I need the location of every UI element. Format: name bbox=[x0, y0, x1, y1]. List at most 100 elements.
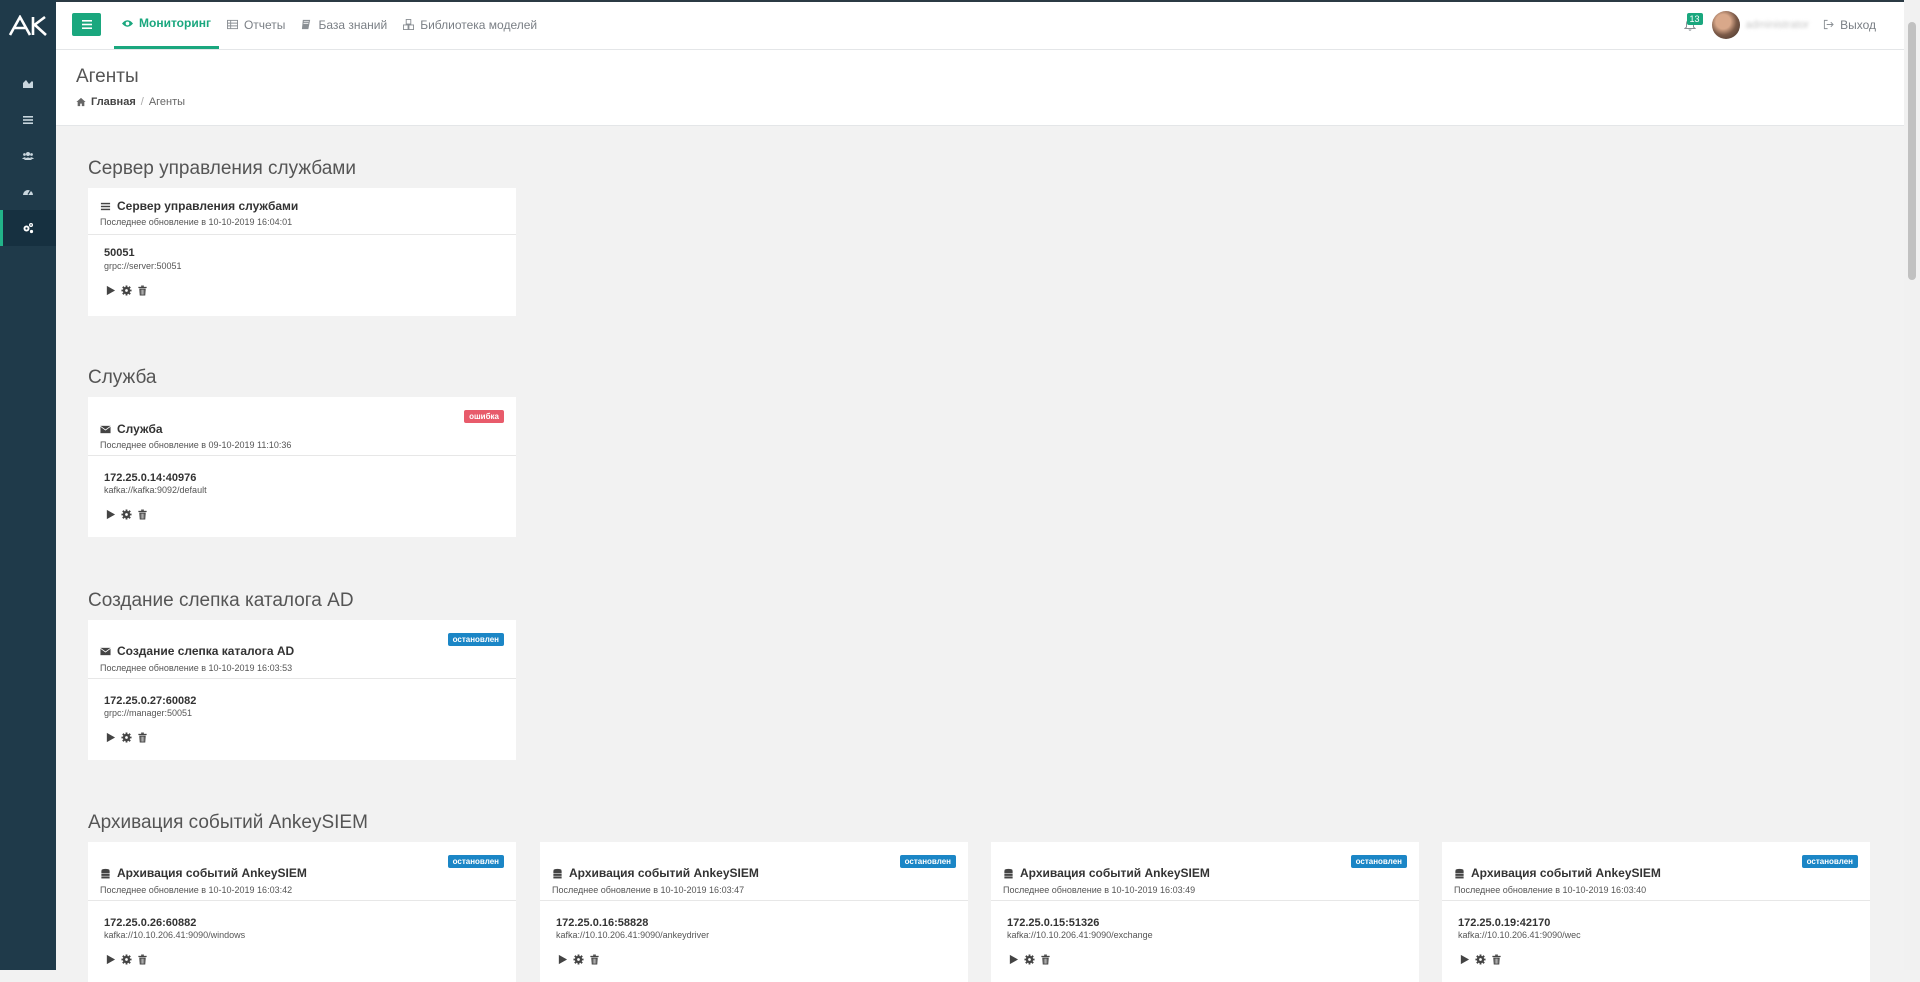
agent-last-updated: Последнее обновление в 10-10-2019 16:03:… bbox=[552, 885, 745, 895]
play-icon bbox=[1009, 954, 1018, 964]
configure-agent-button[interactable] bbox=[120, 508, 132, 520]
agent-address: 172.25.0.27:60082 bbox=[104, 695, 197, 707]
sidebar-item-dashboard[interactable] bbox=[0, 174, 56, 210]
nav-tab-reports[interactable]: Отчеты bbox=[219, 0, 293, 49]
configure-agent-button[interactable] bbox=[120, 284, 132, 296]
table-icon bbox=[226, 19, 238, 30]
notifications-button[interactable]: 13 bbox=[1678, 10, 1703, 40]
scrollbar-thumb[interactable] bbox=[1908, 22, 1916, 280]
book-icon bbox=[302, 19, 311, 30]
agent-address: 50051 bbox=[104, 247, 135, 259]
vertical-scrollbar[interactable] bbox=[1904, 0, 1920, 970]
envelope-icon bbox=[100, 647, 111, 655]
sidebar-item-agents[interactable] bbox=[0, 210, 56, 246]
configure-agent-button[interactable] bbox=[572, 953, 584, 965]
sidebar bbox=[0, 0, 56, 970]
trash-icon bbox=[137, 732, 147, 743]
start-agent-button[interactable] bbox=[104, 508, 116, 520]
breadcrumb-home-link[interactable]: Главная bbox=[91, 96, 136, 108]
agent-uri: kafka://10.10.206.41:9090/wec bbox=[1458, 930, 1581, 940]
configure-agent-button[interactable] bbox=[120, 731, 132, 743]
agent-uri: kafka://10.10.206.41:9090/windows bbox=[104, 930, 246, 940]
breadcrumb: Главная / Агенты bbox=[76, 96, 185, 108]
play-icon bbox=[106, 732, 115, 742]
agent-last-updated: Последнее обновление в 10-10-2019 16:03:… bbox=[1003, 885, 1196, 895]
users-icon bbox=[22, 152, 34, 160]
agent-card-title: Архивация событий AnkeySIEM bbox=[1020, 866, 1210, 880]
agent-card-title: Архивация событий AnkeySIEM bbox=[117, 866, 307, 880]
configure-agent-button[interactable] bbox=[120, 953, 132, 965]
agent-card: ошибка Служба Последнее обновление в 09-… bbox=[88, 397, 516, 537]
play-icon bbox=[558, 954, 567, 964]
nav-tab-label: Мониторинг bbox=[139, 16, 211, 30]
delete-agent-button[interactable] bbox=[136, 508, 148, 520]
app-logo[interactable] bbox=[0, 0, 56, 52]
gear-icon bbox=[572, 953, 584, 965]
logout-button[interactable]: Выход bbox=[1823, 18, 1876, 32]
database-icon bbox=[101, 868, 110, 878]
agent-last-updated: Последнее обновление в 09-10-2019 11:10:… bbox=[100, 440, 292, 450]
nav-tab-model-library[interactable]: Библиотека моделей bbox=[395, 0, 545, 49]
delete-agent-button[interactable] bbox=[136, 731, 148, 743]
agent-card-title: Создание слепка каталога AD bbox=[117, 644, 295, 658]
agent-card-title: Архивация событий AnkeySIEM bbox=[569, 866, 759, 880]
gear-icon bbox=[120, 731, 132, 743]
delete-agent-button[interactable] bbox=[136, 284, 148, 296]
start-agent-button[interactable] bbox=[1007, 953, 1019, 965]
sidebar-item-charts[interactable] bbox=[0, 66, 56, 102]
agent-address: 172.25.0.14:40976 bbox=[104, 472, 197, 484]
start-agent-button[interactable] bbox=[104, 284, 116, 296]
agent-uri: kafka://10.10.206.41:9090/exchange bbox=[1007, 930, 1153, 940]
agent-uri: grpc://manager:50051 bbox=[104, 708, 193, 718]
start-agent-button[interactable] bbox=[1458, 953, 1470, 965]
eye-icon bbox=[122, 19, 133, 27]
trash-icon bbox=[137, 509, 147, 520]
database-icon bbox=[553, 868, 562, 878]
agent-last-updated: Последнее обновление в 10-10-2019 16:03:… bbox=[100, 663, 293, 673]
notification-count-badge: 13 bbox=[1686, 12, 1703, 25]
gear-icon bbox=[120, 284, 132, 296]
configure-agent-button[interactable] bbox=[1474, 953, 1486, 965]
delete-agent-button[interactable] bbox=[136, 953, 148, 965]
agent-card: остановлен Архивация событий AnkeySIEM П… bbox=[1442, 842, 1870, 982]
dashboard-icon bbox=[23, 190, 33, 195]
delete-agent-button[interactable] bbox=[1039, 953, 1051, 965]
sidebar-item-users[interactable] bbox=[0, 138, 56, 174]
play-icon bbox=[106, 509, 115, 519]
agent-address: 172.25.0.16:58828 bbox=[556, 917, 649, 929]
start-agent-button[interactable] bbox=[556, 953, 568, 965]
page-header: Агенты Главная / Агенты bbox=[56, 50, 1904, 126]
envelope-icon bbox=[100, 425, 111, 433]
nav-tab-monitoring[interactable]: Мониторинг bbox=[114, 0, 219, 49]
agent-card-title: Архивация событий AnkeySIEM bbox=[1471, 866, 1661, 880]
delete-agent-button[interactable] bbox=[588, 953, 600, 965]
breadcrumb-current: Агенты bbox=[148, 96, 186, 108]
user-avatar[interactable] bbox=[1711, 10, 1740, 39]
section-title: Создание слепка каталога AD bbox=[88, 590, 354, 611]
username-label[interactable]: administrator bbox=[1746, 19, 1810, 31]
configure-agent-button[interactable] bbox=[1023, 953, 1035, 965]
sidebar-item-list[interactable] bbox=[0, 102, 56, 138]
agent-address: 172.25.0.19:42170 bbox=[1458, 917, 1551, 929]
delete-agent-button[interactable] bbox=[1490, 953, 1502, 965]
cogs-icon bbox=[23, 223, 34, 234]
agent-card-title: Сервер управления службами bbox=[117, 199, 299, 213]
page-title: Агенты bbox=[76, 66, 139, 87]
agent-card: остановлен Создание слепка каталога AD П… bbox=[88, 620, 516, 760]
cubes-icon bbox=[403, 19, 415, 30]
breadcrumb-separator: / bbox=[140, 96, 144, 108]
menu-toggle-button[interactable] bbox=[72, 13, 101, 36]
start-agent-button[interactable] bbox=[104, 731, 116, 743]
agent-uri: grpc://server:50051 bbox=[104, 261, 182, 271]
top-navbar: Мониторинг Отчеты База знаний Библиотека… bbox=[56, 0, 1920, 50]
trash-icon bbox=[1040, 954, 1050, 965]
database-icon bbox=[1455, 868, 1464, 878]
gear-icon bbox=[1474, 953, 1486, 965]
start-agent-button[interactable] bbox=[104, 953, 116, 965]
agent-address: 172.25.0.26:60882 bbox=[104, 917, 197, 929]
nav-tab-label: База знаний bbox=[318, 17, 388, 32]
play-icon bbox=[106, 954, 115, 964]
agent-last-updated: Последнее обновление в 10-10-2019 16:03:… bbox=[1454, 885, 1647, 895]
nav-tab-knowledge-base[interactable]: База знаний bbox=[293, 0, 395, 49]
play-icon bbox=[1460, 954, 1469, 964]
